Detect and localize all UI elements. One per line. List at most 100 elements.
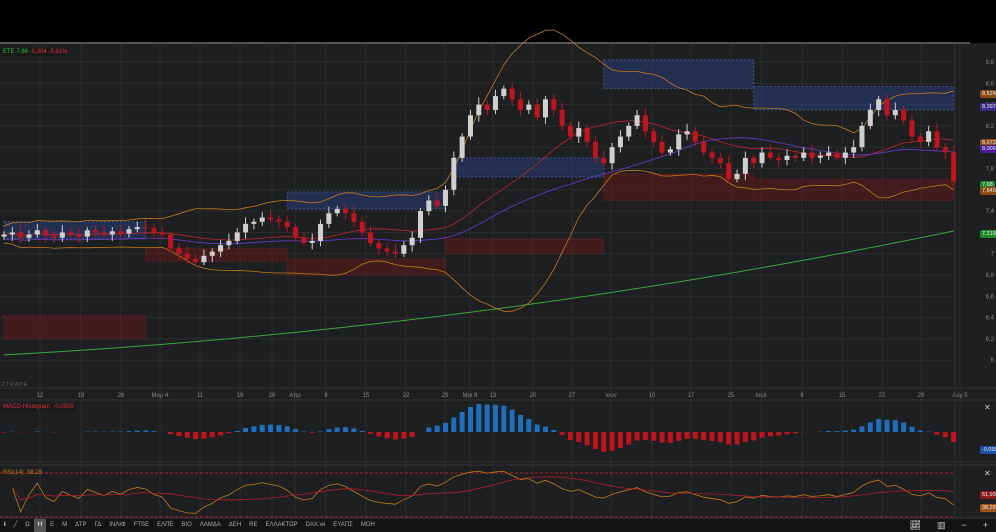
bar-chart-icon[interactable]: ▥ — [933, 519, 950, 532]
macd-bar — [659, 432, 665, 443]
macd-bar — [384, 432, 390, 439]
watchlist-symbol-2[interactable]: Ε — [46, 519, 58, 532]
macd-bar — [109, 431, 115, 432]
macd-bar — [318, 431, 324, 432]
macd-bar — [401, 432, 407, 439]
candle-body — [442, 189, 448, 206]
x-tick-label: Μαρ 4 — [152, 393, 170, 399]
x-tick-label: Μαι 8 — [463, 393, 478, 399]
watchlist-symbol-9[interactable]: ΒΙΟ — [177, 519, 195, 532]
candle-body — [351, 213, 357, 222]
watchlist-symbol-11[interactable]: ΔΕΗ — [225, 519, 245, 532]
macd-bar — [334, 427, 340, 432]
candle-body — [284, 221, 290, 228]
candle-body — [226, 240, 232, 246]
macd-bar — [209, 432, 215, 438]
candle-body — [184, 253, 190, 260]
price-tag: 8,0065 — [980, 145, 996, 153]
rsi-value: 38,28 — [27, 470, 43, 476]
candle-body — [742, 157, 748, 174]
macd-bar — [851, 429, 857, 432]
watchlist-symbol-7[interactable]: FTSE — [130, 519, 153, 532]
candle — [409, 231, 415, 252]
macd-bar — [734, 432, 740, 445]
rsi-line — [11, 470, 954, 514]
candle-body — [509, 88, 515, 100]
macd-bar — [742, 432, 748, 442]
macd-bar — [251, 426, 257, 432]
y-tick-label: 7 — [991, 252, 995, 258]
watchlist-symbol-14[interactable]: DAX.wi — [302, 519, 330, 532]
x-tick-label: Ιουν — [605, 393, 616, 399]
candle-body — [667, 149, 673, 153]
close-macd-icon[interactable]: ✕ — [984, 403, 991, 412]
watchlist-symbol-1[interactable]: Η — [33, 519, 47, 532]
rsi-ma-tag: 51,99 — [980, 491, 996, 499]
candle-body — [867, 109, 873, 126]
candle-body — [134, 227, 140, 230]
candle-body — [751, 157, 757, 164]
x-tick-label: 10 — [649, 393, 656, 399]
candle-body — [467, 115, 473, 137]
candle — [526, 100, 532, 115]
candle-body — [726, 163, 732, 180]
watchlist-symbol-8[interactable]: ΕΛΠΕ — [153, 519, 177, 532]
candle — [809, 145, 815, 165]
macd-bar — [776, 432, 782, 436]
candle — [492, 89, 498, 115]
macd-bar — [234, 430, 240, 432]
candle-body — [59, 232, 65, 238]
candle — [376, 239, 382, 255]
rsi-label: RSI(14) — [3, 470, 24, 476]
watchlist-symbol-6[interactable]: ΙΝΛΙΦ — [105, 519, 129, 532]
candle — [309, 233, 315, 250]
watchlist-symbol-13[interactable]: ΕΛΛΑΚΤΩΡ — [261, 519, 301, 532]
watchlist-symbol-12[interactable]: RE — [245, 519, 261, 532]
candle-body — [318, 223, 324, 241]
candle-body — [734, 173, 740, 180]
macd-bar — [218, 432, 224, 436]
watchlist-symbol-16[interactable]: ΜΟΗ — [357, 519, 379, 532]
candle-body — [792, 155, 798, 158]
candle-body — [542, 99, 548, 118]
macd-bar — [526, 419, 532, 432]
draw-line-icon[interactable]: ╱ — [10, 519, 22, 532]
candle-body — [151, 228, 157, 233]
y-tick-label: 8,2 — [986, 124, 995, 130]
watchlist-symbol-0[interactable]: Ω — [21, 519, 34, 532]
watchlist-symbol-10[interactable]: ΛΑΜΔΑ — [196, 519, 225, 532]
symbol-change: -0,304 — [29, 49, 47, 55]
macd-bar — [284, 426, 290, 432]
zoom-out-icon[interactable]: − — [957, 519, 970, 532]
candle — [501, 85, 507, 100]
watchlist-symbol-4[interactable]: ΔΤΡ — [71, 519, 90, 532]
macd-bar — [559, 432, 565, 436]
price-chart[interactable]: 12 19 26 Μαρ 4 11 19 26 Απρ 8 15 22 29 Μαι 8 13 20 27 Ιο… — [0, 0, 996, 532]
y-tick-label: 6,6 — [986, 294, 995, 300]
candle-body — [634, 115, 640, 126]
candle — [659, 135, 665, 157]
candle-body — [884, 99, 890, 116]
info-button[interactable]: i — [0, 519, 10, 532]
candle-body — [76, 234, 82, 237]
demand-zone — [145, 247, 288, 262]
x-tick-label: 25 — [728, 393, 735, 399]
macd-bar — [884, 419, 890, 432]
zoom-in-icon[interactable]: + — [979, 519, 992, 532]
watchlist-symbol-15[interactable]: ΕΥΑΠΣ — [329, 519, 357, 532]
watchlist-symbol-3[interactable]: Μ — [58, 519, 71, 532]
close-rsi-icon[interactable]: ✕ — [984, 469, 991, 478]
x-tick-label: 27 — [569, 393, 576, 399]
watchlist-symbol-5[interactable]: ΓΔ — [90, 519, 105, 532]
chart-type-icon[interactable]: 📈︎ — [906, 519, 925, 532]
candle-body — [951, 152, 957, 182]
price-tag: 7,649 — [980, 187, 996, 195]
candle — [842, 147, 848, 165]
candle — [418, 207, 423, 244]
candle-body — [326, 213, 332, 224]
candle-body — [534, 104, 540, 118]
candle-body — [526, 104, 532, 110]
candle-body — [942, 147, 948, 153]
x-tick-label: Ιουλ — [755, 393, 766, 399]
candle-body — [917, 136, 923, 142]
